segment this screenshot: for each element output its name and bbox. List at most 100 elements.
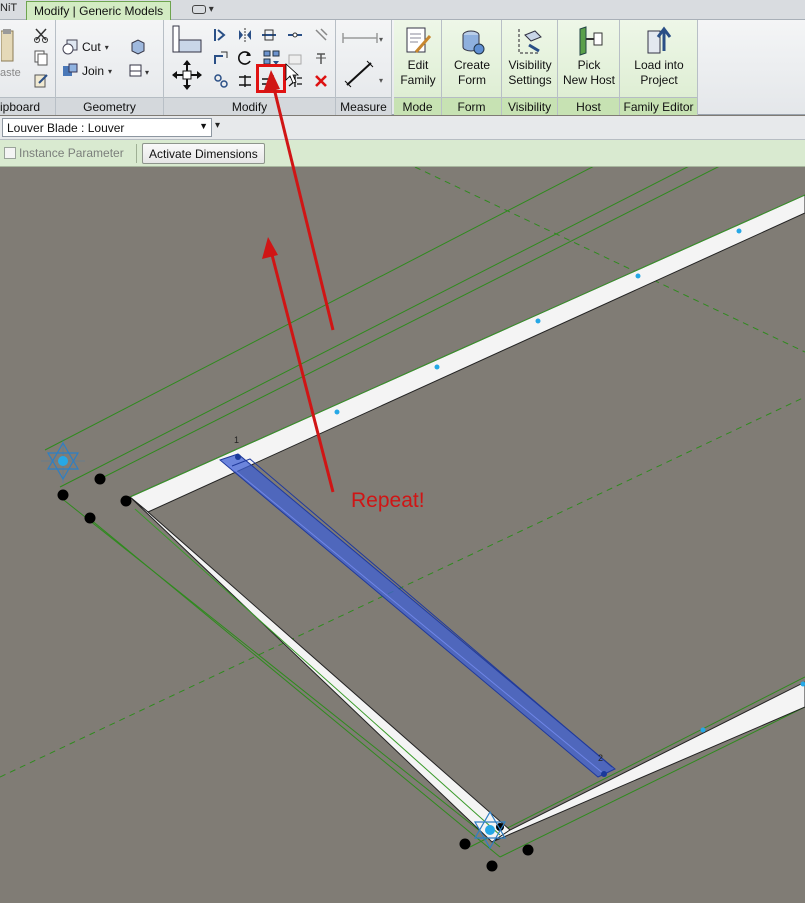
mirror-pick-axis-icon[interactable]: [236, 26, 254, 44]
shape-handle[interactable]: [486, 860, 498, 872]
wall-joins-icon[interactable]: [128, 37, 148, 57]
join-geometry-button[interactable]: Join ▾: [62, 63, 112, 79]
align-icon[interactable]: [212, 26, 230, 44]
modify-select-icon[interactable]: [170, 24, 204, 54]
join-geometry-icon: [63, 63, 78, 76]
blade-endpoint-1[interactable]: [235, 454, 241, 460]
type-selector-value: Louver Blade : Louver: [7, 121, 125, 135]
aligned-dimension-icon[interactable]: ▾: [340, 28, 388, 48]
join-label: Join: [82, 64, 105, 78]
move-copy-icon[interactable]: [212, 72, 230, 90]
shape-handle[interactable]: [57, 489, 69, 501]
panel-title-geometry: Geometry: [56, 97, 163, 115]
grip-point[interactable]: [535, 318, 541, 324]
offset-icon[interactable]: [260, 26, 278, 44]
paste-icon[interactable]: [0, 26, 16, 66]
reference-line-top-3[interactable]: [99, 167, 805, 480]
tab-unit-partial[interactable]: NiT: [0, 2, 17, 14]
edit-family-button[interactable]: Edit Family: [389, 24, 447, 88]
shape-handle[interactable]: [84, 512, 96, 524]
visibility-settings-label: Visibility Settings: [508, 58, 552, 87]
array-tool-highlight-box: [256, 64, 286, 93]
svg-text:▾: ▾: [379, 35, 383, 44]
create-form-icon: [456, 24, 488, 58]
reference-line-top-2[interactable]: [59, 167, 805, 488]
pick-new-host-button[interactable]: Pick New Host: [560, 24, 618, 88]
model-view[interactable]: 1 2: [0, 167, 805, 903]
panel-visibility: Visibility Settings Visibility: [502, 20, 558, 115]
edit-family-label: Edit Family: [400, 58, 436, 87]
split-element-icon[interactable]: [286, 26, 304, 44]
revit-window: NiT Modify | Generic Models ▾ aste ipboa…: [0, 0, 805, 903]
options-separator: [136, 144, 137, 163]
scale-icon[interactable]: [286, 49, 304, 67]
shape-handle[interactable]: [94, 473, 106, 485]
shape-handle[interactable]: [522, 844, 534, 856]
contextual-tab-dropdown[interactable]: ▾: [192, 4, 220, 16]
match-type-icon[interactable]: [32, 72, 50, 90]
type-selector-dropdown[interactable]: Louver Blade : Louver ▼: [2, 118, 212, 137]
instance-parameter-checkbox[interactable]: [4, 147, 16, 159]
trim-extend-icon[interactable]: [236, 72, 254, 90]
reference-line-top-1[interactable]: [44, 167, 805, 451]
grip-point[interactable]: [334, 409, 340, 415]
grip-point[interactable]: [434, 364, 440, 370]
ribbon-tab-strip: NiT Modify | Generic Models ▾: [0, 0, 805, 21]
panel-host: Pick New Host Host: [558, 20, 620, 115]
point-label-1: 1: [234, 435, 239, 445]
reference-plane-dashed-lower[interactable]: [0, 396, 805, 778]
load-into-project-button[interactable]: Load into Project: [630, 24, 688, 88]
paste-label[interactable]: aste: [0, 67, 21, 79]
cut-scissors-icon[interactable]: [32, 26, 50, 44]
visibility-settings-icon: [514, 24, 546, 58]
chevron-down-icon: ▼: [199, 121, 208, 131]
tab-modify-generic-models[interactable]: Modify | Generic Models: [26, 1, 172, 21]
options-bar: Instance Parameter Activate Dimensions: [0, 140, 805, 167]
visibility-settings-button[interactable]: Visibility Settings: [501, 24, 559, 88]
panel-form: Create Form Form: [442, 20, 502, 115]
panel-measure: ▾ ▾ Measure: [336, 20, 392, 115]
tab-dropdown-icon: [192, 4, 206, 14]
panel-geometry: Cut ▾ Join ▾ ▾ Geometry: [56, 20, 164, 115]
reference-plane-dashed-upper[interactable]: [414, 167, 805, 353]
cut-geometry-button[interactable]: Cut ▾: [62, 39, 109, 55]
unpin-icon[interactable]: [312, 26, 330, 44]
pin-icon[interactable]: [312, 49, 330, 67]
adaptive-point-star-icon[interactable]: [41, 439, 85, 483]
frame-left-member[interactable]: [129, 496, 511, 843]
shape-handle[interactable]: [120, 495, 132, 507]
panel-title-clipboard: ipboard: [0, 97, 55, 115]
grip-point[interactable]: [635, 273, 641, 279]
pick-new-host-label: Pick New Host: [562, 58, 615, 87]
activate-dimensions-button[interactable]: Activate Dimensions: [142, 143, 265, 164]
grip-point[interactable]: [700, 727, 706, 733]
shape-handle[interactable]: [459, 838, 471, 850]
panel-modify: Modify: [164, 20, 336, 115]
type-selector-menu-icon[interactable]: ▾: [215, 120, 220, 131]
load-into-project-label: Load into Project: [634, 58, 684, 87]
delete-icon[interactable]: [312, 72, 330, 90]
svg-text:▾: ▾: [379, 76, 383, 85]
measure-tool-icon[interactable]: ▾: [340, 58, 388, 90]
blade-endpoint-2[interactable]: [601, 771, 607, 777]
copy-icon[interactable]: [32, 49, 50, 67]
split-face-icon[interactable]: ▾: [128, 61, 158, 81]
panel-title-family-editor: Family Editor: [620, 97, 697, 115]
panel-title-modify: Modify: [164, 97, 335, 115]
load-into-project-icon: [643, 24, 675, 58]
grip-point[interactable]: [736, 228, 742, 234]
copy-element-icon[interactable]: [212, 49, 230, 67]
ribbon: aste ipboard Cut ▾ Join ▾ ▾ Geometry Mod…: [0, 20, 805, 115]
reference-line-left-1[interactable]: [59, 496, 501, 848]
create-form-button[interactable]: Create Form: [443, 24, 501, 88]
cut-geometry-icon: [62, 39, 78, 55]
rotate-icon[interactable]: [236, 49, 254, 67]
instance-parameter-label: Instance Parameter: [19, 146, 124, 160]
cut-label: Cut: [82, 40, 101, 54]
drawing-canvas[interactable]: 1 2 Repeat!: [0, 167, 805, 903]
panel-family-editor: Load into Project Family Editor: [620, 20, 698, 115]
panel-title-mode: Mode: [394, 97, 441, 115]
trim-multiple-icon[interactable]: [286, 72, 304, 90]
move-icon[interactable]: [170, 58, 204, 92]
svg-text:▾: ▾: [145, 68, 149, 77]
